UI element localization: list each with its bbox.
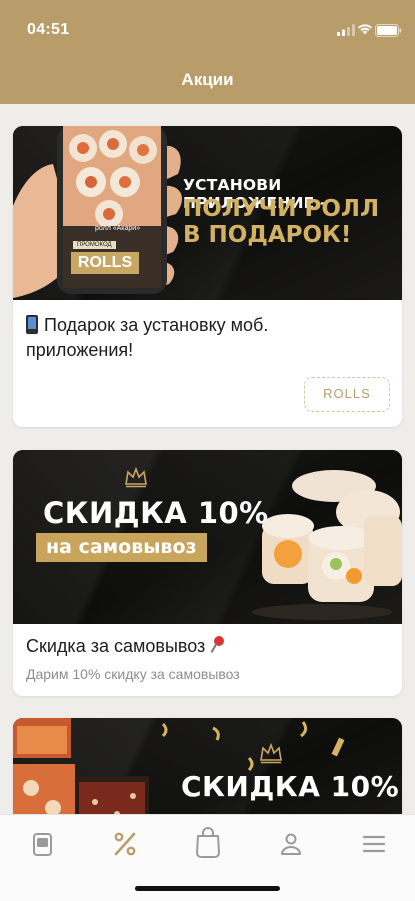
mobile-phone-emoji-icon — [26, 315, 38, 334]
banner-headline: СКИДКА 10% — [43, 496, 269, 530]
banner-subline: на самовывоз — [36, 533, 207, 562]
promo-card[interactable]: СКИДКА 10% — [13, 718, 402, 814]
top-bar: 04:51 Акции — [0, 0, 415, 104]
sushi-platter-graphic — [13, 718, 149, 814]
signal-icon — [337, 24, 355, 36]
promo-banner-image: ролл «Акари» ПРОМОКОД ROLLS УСТАНОВИ ПРИ… — [13, 126, 402, 300]
promo-banner-image: СКИДКА 10% — [13, 718, 402, 814]
wifi-icon — [358, 24, 372, 35]
battery-icon — [375, 24, 402, 37]
phone-caption: ролл «Акари» — [95, 225, 141, 232]
menu-book-icon[interactable] — [27, 829, 57, 859]
shopping-bag-icon[interactable] — [193, 825, 223, 859]
banner-headline: СКИДКА 10% — [181, 770, 400, 803]
crown-logo-icon — [125, 466, 147, 488]
phone-promo-code: ROLLS — [71, 252, 139, 274]
promo-card[interactable]: СКИДКА 10% на самовывоз Скидка за самовы… — [13, 450, 402, 696]
promo-title: Подарок за установку моб. приложения! — [26, 315, 269, 360]
percent-icon[interactable] — [110, 829, 140, 859]
promotions-list[interactable]: ролл «Акари» ПРОМОКОД ROLLS УСТАНОВИ ПРИ… — [0, 104, 415, 814]
status-time: 04:51 — [27, 21, 70, 38]
pushpin-emoji-icon — [210, 636, 226, 654]
sushi-rolls-graphic — [252, 470, 402, 620]
banner-headline-2: ПОЛУЧИ РОЛЛ — [183, 196, 380, 222]
confetti-decoration — [161, 721, 345, 772]
home-indicator — [135, 886, 280, 891]
promo-description: Дарим 10% скидку за самовывоз — [26, 666, 240, 682]
banner-headline-3: В ПОДАРОК! — [183, 222, 352, 248]
hamburger-menu-icon[interactable] — [359, 829, 389, 859]
promo-card[interactable]: ролл «Акари» ПРОМОКОД ROLLS УСТАНОВИ ПРИ… — [13, 126, 402, 427]
status-bar: 04:51 — [0, 0, 415, 56]
crown-logo-icon — [260, 742, 282, 764]
promo-title: Скидка за самовывоз — [26, 634, 226, 659]
profile-icon[interactable] — [276, 829, 306, 859]
promo-code-button[interactable]: ROLLS — [304, 377, 390, 412]
page-title: Акции — [181, 70, 234, 89]
promo-banner-image: СКИДКА 10% на самовывоз — [13, 450, 402, 624]
phone-promo-small-label: ПРОМОКОД — [73, 241, 116, 249]
